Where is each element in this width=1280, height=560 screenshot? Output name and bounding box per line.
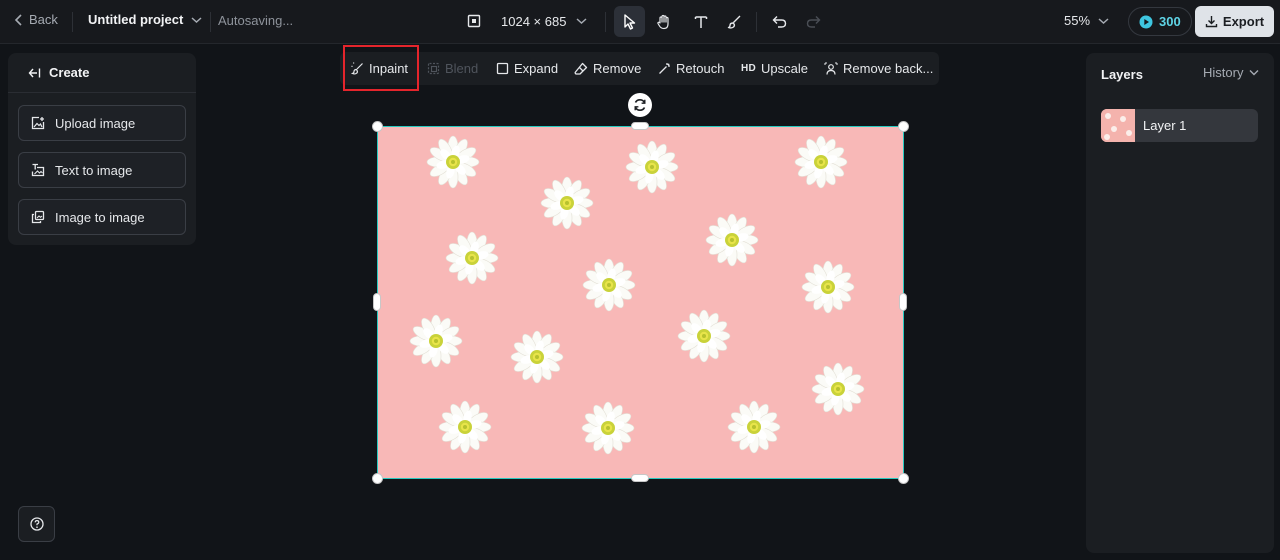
canvas-size: 1024 × 685 [501,13,567,29]
divider [605,12,606,32]
create-panel-header[interactable]: Create [8,53,196,93]
credits-badge[interactable]: 300 [1128,7,1192,36]
hd-badge: HD [741,63,757,74]
text-icon [694,15,708,29]
top-bar: Back Untitled project Autosaving... 1024… [0,0,1280,44]
rotate-icon [632,97,648,113]
text-tool-button[interactable] [685,6,716,37]
upscale-button[interactable]: HD Upscale [741,52,808,85]
create-title: Create [49,65,90,80]
chevron-down-icon [1098,17,1109,25]
brush-tool-button[interactable] [719,6,750,37]
layers-title: Layers [1101,67,1143,82]
resize-handle-right[interactable] [899,293,907,311]
expand-button[interactable]: Expand [496,52,558,85]
canvas-size-dropdown[interactable]: 1024 × 685 [467,10,587,32]
select-icon [623,13,637,30]
layers-panel: Layers History Layer 1 [1086,53,1274,553]
layer-name: Layer 1 [1143,118,1187,133]
resize-handle-bottom-left[interactable] [372,473,383,484]
inpaint-label: Inpaint [369,61,409,76]
inpaint-icon [351,62,364,75]
help-button[interactable] [18,506,55,542]
help-icon [29,517,44,531]
chevron-down-icon [1249,69,1259,76]
undo-button[interactable] [764,6,795,37]
upload-image-label: Upload image [55,115,136,131]
magic-wand-icon [658,62,671,75]
blend-button: Blend [427,52,478,85]
text-to-image-label: Text to image [55,162,133,178]
remove-background-button[interactable]: Remove back... [824,52,933,85]
image-to-image-label: Image to image [55,209,145,225]
back-label: Back [29,12,58,27]
select-tool-button[interactable] [614,6,645,37]
divider [72,12,73,32]
rotate-button[interactable] [628,93,652,117]
resize-handle-top[interactable] [631,122,649,130]
hand-icon [656,14,672,30]
hand-tool-button[interactable] [648,6,679,37]
chevron-down-icon [576,17,587,25]
back-button[interactable]: Back [14,12,58,27]
text-to-image-button[interactable]: Text to image [18,152,186,188]
resize-handle-top-left[interactable] [372,121,383,132]
inpaint-button[interactable]: Inpaint [351,52,408,85]
divider [756,12,757,32]
resize-handle-left[interactable] [373,293,381,311]
resize-icon [467,14,481,28]
project-title-dropdown[interactable]: Untitled project [88,12,202,27]
blend-label: Blend [445,61,479,76]
credits-count: 300 [1159,14,1181,29]
resize-handle-bottom-right[interactable] [898,473,909,484]
redo-icon [806,15,821,28]
divider [210,12,211,32]
chevron-left-icon [14,13,24,26]
edit-toolbar: Inpaint Blend Expand Remove Retouch HD U… [340,52,939,85]
retouch-label: Retouch [676,61,725,76]
redo-button[interactable] [798,6,829,37]
export-button[interactable]: Export [1195,6,1274,37]
image-to-image-button[interactable]: Image to image [18,199,186,235]
zoom-level: 55% [1064,13,1091,28]
remove-button[interactable]: Remove [574,52,641,85]
upload-image-icon [31,116,45,130]
resize-handle-top-right[interactable] [898,121,909,132]
credits-icon [1139,15,1153,29]
brush-icon [727,14,742,29]
remove-background-icon [824,62,838,76]
retouch-button[interactable]: Retouch [658,52,724,85]
undo-icon [772,15,787,28]
image-to-image-icon [31,210,45,224]
expand-icon [496,62,509,75]
remove-background-label: Remove back... [843,61,934,76]
project-title: Untitled project [88,12,184,27]
upload-image-button[interactable]: Upload image [18,105,186,141]
upscale-label: Upscale [761,61,809,76]
export-label: Export [1222,14,1265,29]
history-dropdown[interactable]: History [1203,65,1259,80]
chevron-down-icon [191,16,202,24]
canvas-image[interactable] [378,127,903,478]
remove-label: Remove [593,61,642,76]
expand-label: Expand [514,61,559,76]
text-to-image-icon [31,163,45,177]
flowers-image [378,127,903,478]
layer-item[interactable]: Layer 1 [1101,109,1258,142]
history-label: History [1203,65,1244,80]
download-icon [1205,15,1218,28]
layer-thumbnail [1101,109,1135,142]
zoom-dropdown[interactable]: 55% [1064,13,1109,28]
blend-icon [427,62,440,75]
autosave-status: Autosaving... [218,13,294,28]
eraser-icon [574,62,588,76]
resize-handle-bottom[interactable] [631,474,649,482]
create-panel: Create Upload image Text to image Image … [8,53,196,245]
collapse-left-icon [28,67,41,79]
